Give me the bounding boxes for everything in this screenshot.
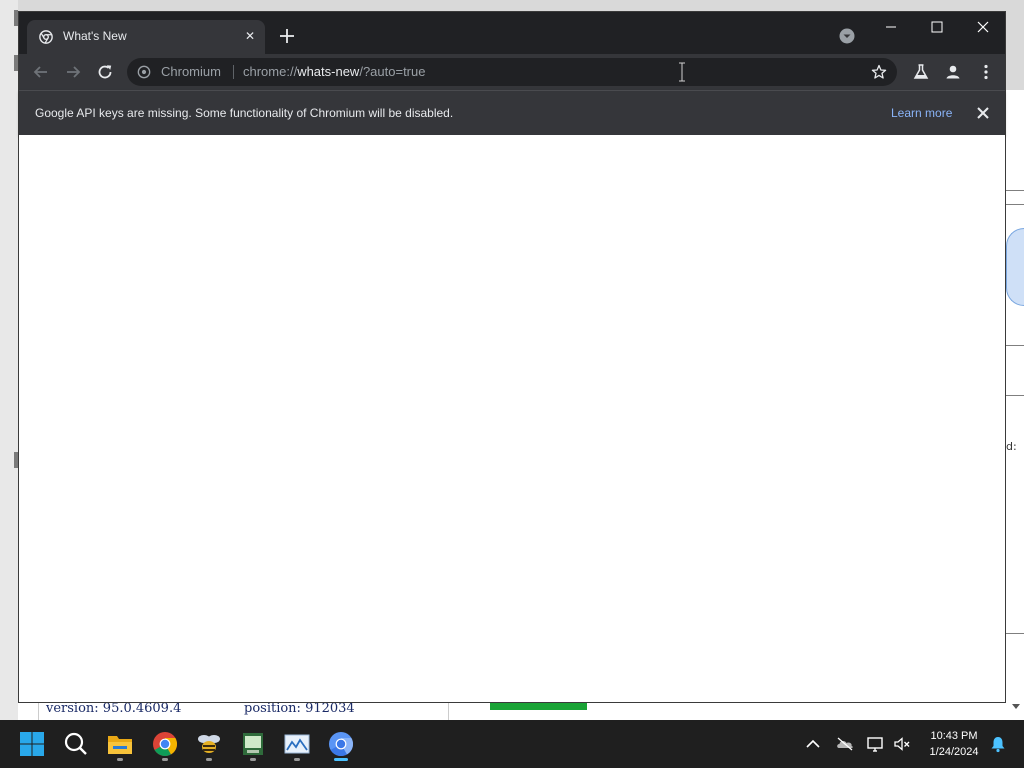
running-indicator <box>206 758 212 761</box>
volume-muted-icon[interactable] <box>892 734 912 754</box>
chromium-button[interactable] <box>325 728 357 761</box>
bee-icon <box>198 735 220 753</box>
system-clock[interactable]: 10:43 PM 1/24/2024 <box>918 728 990 760</box>
maximize-icon <box>931 21 943 33</box>
chromium-window: What's New ✕ Chromium chrome://whats-new… <box>18 11 1006 703</box>
running-indicator <box>250 758 256 761</box>
active-indicator <box>334 758 348 761</box>
divider <box>448 702 449 720</box>
background-shape <box>1006 228 1024 306</box>
reload-icon[interactable] <box>95 62 115 82</box>
infobar-message: Google API keys are missing. Some functi… <box>35 106 454 120</box>
photos-app-button[interactable] <box>281 728 313 761</box>
edge-label: d: <box>1006 440 1017 453</box>
file-explorer-button[interactable] <box>104 728 136 761</box>
toolbar: Chromium chrome://whats-new/?auto=true <box>19 54 1005 90</box>
clock-date: 1/24/2024 <box>929 746 979 758</box>
menu-kebab-icon[interactable] <box>976 62 996 82</box>
start-button[interactable] <box>16 728 48 760</box>
learn-more-link[interactable]: Learn more <box>891 106 952 120</box>
new-tab-icon[interactable] <box>277 26 297 46</box>
bookmark-star-icon[interactable] <box>871 64 887 80</box>
network-icon[interactable] <box>866 734 886 754</box>
notification-bell-icon[interactable] <box>988 734 1008 754</box>
chromium-favicon-icon <box>39 30 53 44</box>
tab-search-icon[interactable] <box>839 28 855 44</box>
divider <box>1006 633 1024 634</box>
back-arrow-icon[interactable] <box>31 62 51 82</box>
tab-close-icon[interactable]: ✕ <box>241 27 259 45</box>
terminal-icon <box>243 733 263 755</box>
maximize-button[interactable] <box>914 12 960 42</box>
background-window-footer: version: 95.0.4609.4 position: 912034 <box>18 702 1006 720</box>
scroll-down-arrow[interactable] <box>1012 704 1020 709</box>
divider <box>1006 345 1024 346</box>
tab-whats-new[interactable]: What's New ✕ <box>27 20 265 54</box>
folder-icon <box>108 736 132 754</box>
clock-time: 10:43 PM <box>930 730 978 742</box>
url-text[interactable]: chrome://whats-new/?auto=true <box>243 64 425 79</box>
text-cursor-icon <box>679 62 685 82</box>
onedrive-cloud-icon[interactable] <box>835 734 855 754</box>
url-host: whats-new <box>297 64 360 79</box>
labs-flask-icon[interactable] <box>911 62 931 82</box>
infobar-close-icon[interactable] <box>975 105 991 121</box>
url-scheme: chrome:// <box>243 64 298 79</box>
position-label: position: 912034 <box>244 701 355 716</box>
windows-logo-icon <box>20 732 44 756</box>
tab-title: What's New <box>63 29 127 43</box>
search-icon <box>64 732 87 755</box>
photos-icon <box>284 734 310 754</box>
profile-avatar-icon[interactable] <box>943 62 963 82</box>
minimize-button[interactable] <box>868 12 914 42</box>
page-content <box>19 135 1005 702</box>
divider <box>1006 204 1024 205</box>
chromium-page-icon[interactable] <box>137 65 151 79</box>
divider <box>233 65 234 79</box>
terminal-app-button[interactable] <box>237 728 269 761</box>
chromium-icon <box>329 732 354 757</box>
forward-arrow-icon[interactable] <box>63 62 83 82</box>
divider <box>1006 395 1024 396</box>
running-indicator <box>162 758 168 761</box>
divider <box>1006 190 1024 191</box>
running-indicator <box>294 758 300 761</box>
background-window-left-edge <box>0 0 18 720</box>
divider <box>38 702 39 720</box>
close-icon <box>977 21 989 33</box>
chrome-icon <box>153 732 178 757</box>
chevron-up-icon[interactable] <box>803 734 823 754</box>
minimize-icon <box>886 26 896 28</box>
address-bar[interactable]: Chromium chrome://whats-new/?auto=true <box>127 58 897 86</box>
search-button[interactable] <box>60 728 92 760</box>
chrome-button[interactable] <box>149 728 181 761</box>
url-path: /?auto=true <box>359 64 426 79</box>
green-button[interactable] <box>490 702 587 710</box>
taskbar: 10:43 PM 1/24/2024 <box>0 720 1024 768</box>
tab-strip: What's New ✕ <box>19 12 1005 54</box>
version-label: version: 95.0.4609.4 <box>46 701 182 716</box>
background-window-right-edge: d: <box>1006 90 1024 720</box>
bee-app-button[interactable] <box>193 728 225 761</box>
close-window-button[interactable] <box>960 12 1006 42</box>
running-indicator <box>117 758 123 761</box>
site-name: Chromium <box>161 64 221 79</box>
api-keys-infobar: Google API keys are missing. Some functi… <box>19 90 1005 135</box>
